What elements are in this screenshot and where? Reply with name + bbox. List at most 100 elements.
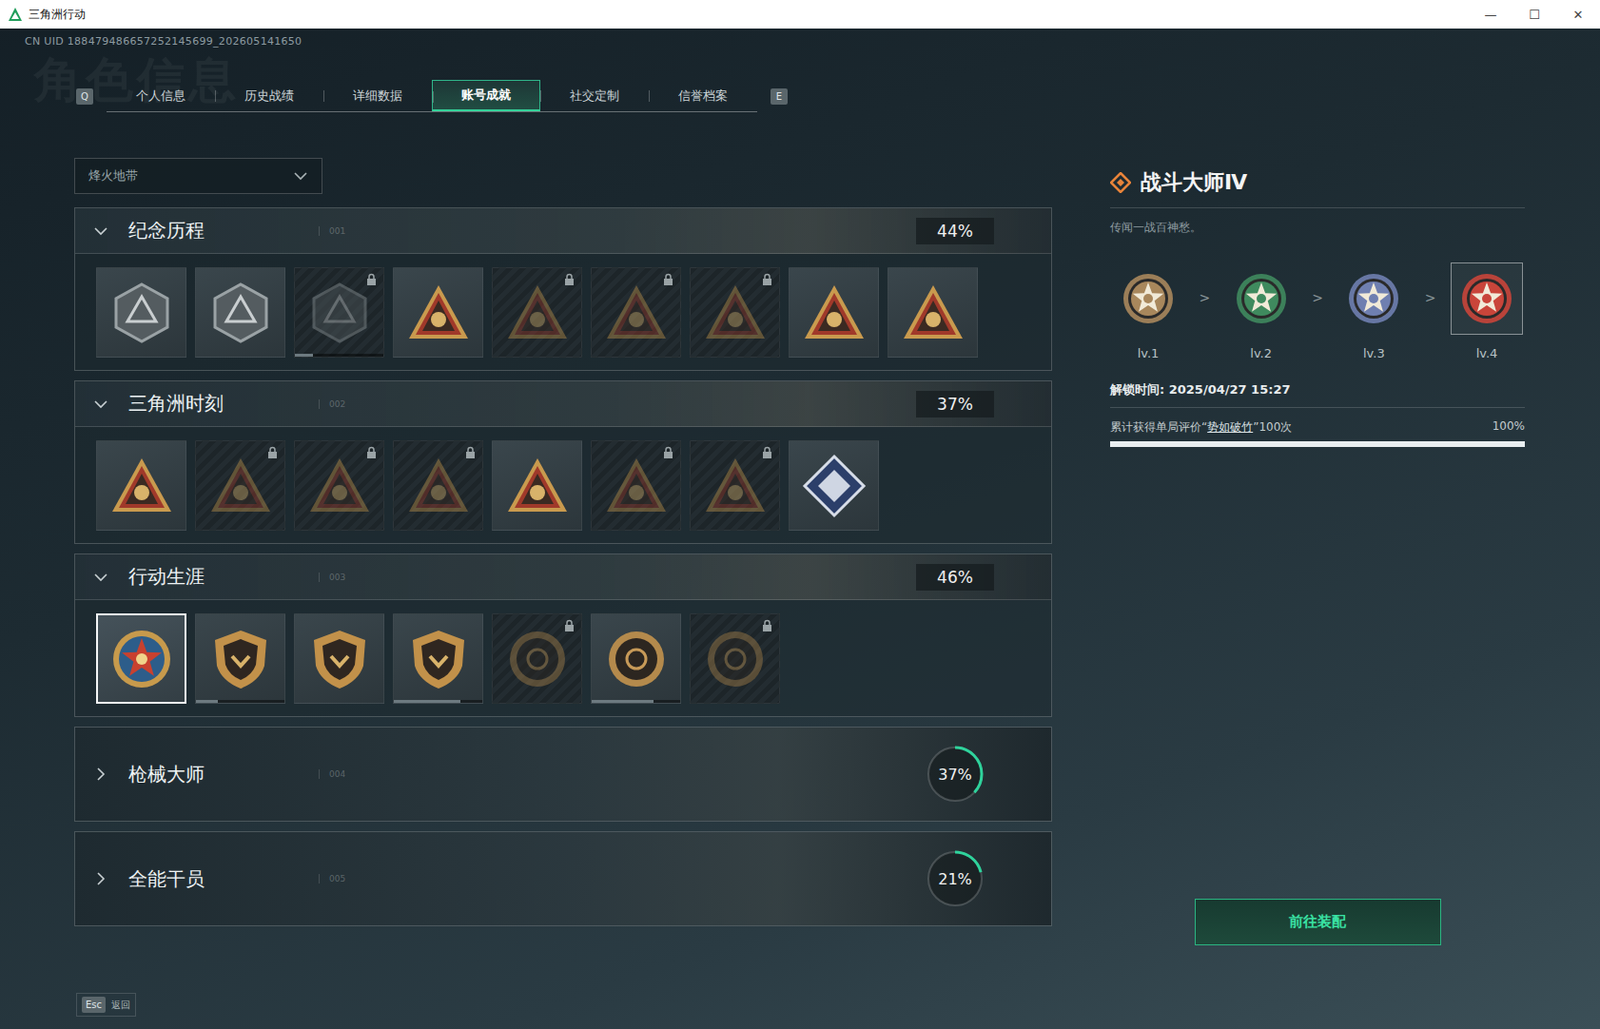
level-box	[1112, 262, 1185, 335]
next-tab-key[interactable]: E	[770, 88, 788, 105]
badge-tile[interactable]	[590, 613, 682, 704]
window-control[interactable]: ✕	[1556, 7, 1600, 22]
main: 角色信息CN UID 188479486657252145699_2026051…	[0, 35, 1600, 1029]
badge-row	[75, 253, 1052, 371]
badge-tile[interactable]	[293, 267, 385, 358]
badge-tile[interactable]	[96, 267, 187, 358]
requirement-progress-fill	[1110, 441, 1525, 448]
badge-art	[405, 625, 472, 693]
level-label: lv.4	[1476, 346, 1499, 361]
section-index: 005	[318, 874, 346, 884]
tab[interactable]: 详细数据	[323, 79, 432, 112]
badge-art	[603, 625, 670, 693]
badge-tile[interactable]	[293, 613, 385, 704]
achievement-section[interactable]: 纪念历程00144%	[74, 207, 1053, 371]
badge-icon	[405, 452, 472, 520]
requirement: 累计获得单局评价“势如破竹”100次100%	[1110, 419, 1525, 436]
requirement-progress	[1110, 441, 1525, 448]
badge-tile[interactable]	[491, 440, 583, 531]
badge-tile[interactable]	[887, 267, 978, 358]
badge-tile[interactable]	[788, 267, 879, 358]
level-item[interactable]: lv.4	[1448, 262, 1525, 361]
equip-button[interactable]: 前往装配	[1194, 898, 1442, 946]
level-item[interactable]: lv.1	[1110, 262, 1187, 361]
badge-art	[207, 279, 274, 347]
badge-progress-fill	[294, 353, 313, 357]
badge-tile[interactable]	[195, 440, 286, 531]
section-header[interactable]: 纪念历程00144%	[75, 208, 1052, 254]
badge-tile[interactable]	[195, 613, 286, 704]
badge-tile[interactable]	[392, 440, 484, 531]
badge-tile[interactable]	[689, 267, 781, 358]
watermark: 角色信息	[34, 48, 240, 113]
tab[interactable]: 个人信息	[106, 79, 215, 112]
section-index: 003	[318, 572, 346, 583]
tab[interactable]: 账号成就	[431, 79, 541, 112]
badge-tile[interactable]	[195, 267, 286, 358]
achievement-section[interactable]: 枪械大师00437%	[74, 726, 1053, 822]
badge-icon	[207, 452, 274, 520]
achievement-section[interactable]: 全能干员00521%	[74, 831, 1053, 927]
tab[interactable]: 信誉档案	[648, 79, 758, 112]
section-header[interactable]: 全能干员00521%	[75, 832, 1052, 926]
lock-icon	[267, 446, 278, 459]
level-separator: >	[1186, 290, 1224, 306]
badge-tile[interactable]	[491, 613, 583, 704]
badge-art	[108, 625, 176, 693]
badge-icon	[504, 625, 571, 693]
tab-label: 历史战绩	[244, 87, 294, 105]
medal-icon	[1120, 271, 1176, 327]
mode-dropdown[interactable]: 烽火地带	[74, 157, 323, 195]
badge-tile[interactable]	[590, 267, 682, 358]
back-hint[interactable]: Esc返回	[76, 993, 137, 1017]
content: 烽火地带纪念历程00144%三角洲时刻00237%行动生涯00346%枪械大师0…	[74, 112, 1600, 946]
detail-title-text: 战斗大师Ⅳ	[1140, 168, 1248, 197]
tab[interactable]: 历史战绩	[214, 79, 324, 112]
badge-tile[interactable]	[590, 440, 682, 531]
level-item[interactable]: lv.3	[1335, 262, 1412, 361]
badge-tile[interactable]	[689, 440, 781, 531]
badge-art	[702, 279, 769, 347]
badge-icon	[702, 625, 769, 693]
tab[interactable]: 社交定制	[540, 79, 649, 112]
badge-tile[interactable]	[96, 613, 187, 704]
badge-art	[504, 625, 571, 693]
window-control[interactable]: ☐	[1512, 7, 1557, 22]
badge-tile[interactable]	[392, 267, 484, 358]
section-header[interactable]: 三角洲时刻00237%	[75, 381, 1052, 428]
badge-tile[interactable]	[788, 440, 879, 531]
section-header[interactable]: 行动生涯00346%	[75, 554, 1052, 601]
badge-tile[interactable]	[293, 440, 385, 531]
requirement-link[interactable]: 势如破竹	[1207, 420, 1253, 434]
detail-panel: 战斗大师Ⅳ传闻一战百神愁。lv.1>lv.2>lv.3>lv.4解锁时间: 20…	[1110, 112, 1525, 946]
achievement-section[interactable]: 三角洲时刻00237%	[74, 380, 1053, 545]
lock-icon	[761, 446, 773, 459]
prev-tab-key[interactable]: Q	[76, 88, 94, 105]
badge-icon	[800, 452, 868, 520]
badge-art	[800, 279, 868, 347]
badge-tile[interactable]	[392, 613, 484, 704]
tab-label: 社交定制	[569, 87, 620, 105]
badge-art	[306, 625, 373, 693]
badge-tile[interactable]	[689, 613, 781, 704]
medal-icon	[1233, 271, 1289, 327]
level-label: lv.1	[1137, 346, 1160, 361]
badge-art	[108, 452, 176, 520]
uid-label: CN UID 188479486657252145699_20260514165…	[0, 35, 1600, 49]
medal-icon	[1346, 271, 1402, 327]
achievement-section[interactable]: 行动生涯00346%	[74, 553, 1053, 718]
lock-icon	[366, 273, 377, 286]
level-item[interactable]: lv.2	[1223, 262, 1300, 361]
esc-key[interactable]: Esc	[81, 996, 106, 1014]
section-header[interactable]: 枪械大师00437%	[75, 727, 1052, 821]
badge-icon	[405, 279, 472, 347]
badge-tile[interactable]	[491, 267, 583, 358]
badge-art	[405, 452, 472, 520]
badge-icon	[207, 279, 274, 347]
badge-tile[interactable]	[96, 440, 187, 531]
badge-icon	[702, 452, 769, 520]
section-percent: 46%	[916, 564, 995, 591]
section-progress-ring: 21%	[925, 849, 985, 909]
badge-progress-fill	[591, 700, 654, 703]
window-control[interactable]: —	[1468, 7, 1513, 22]
